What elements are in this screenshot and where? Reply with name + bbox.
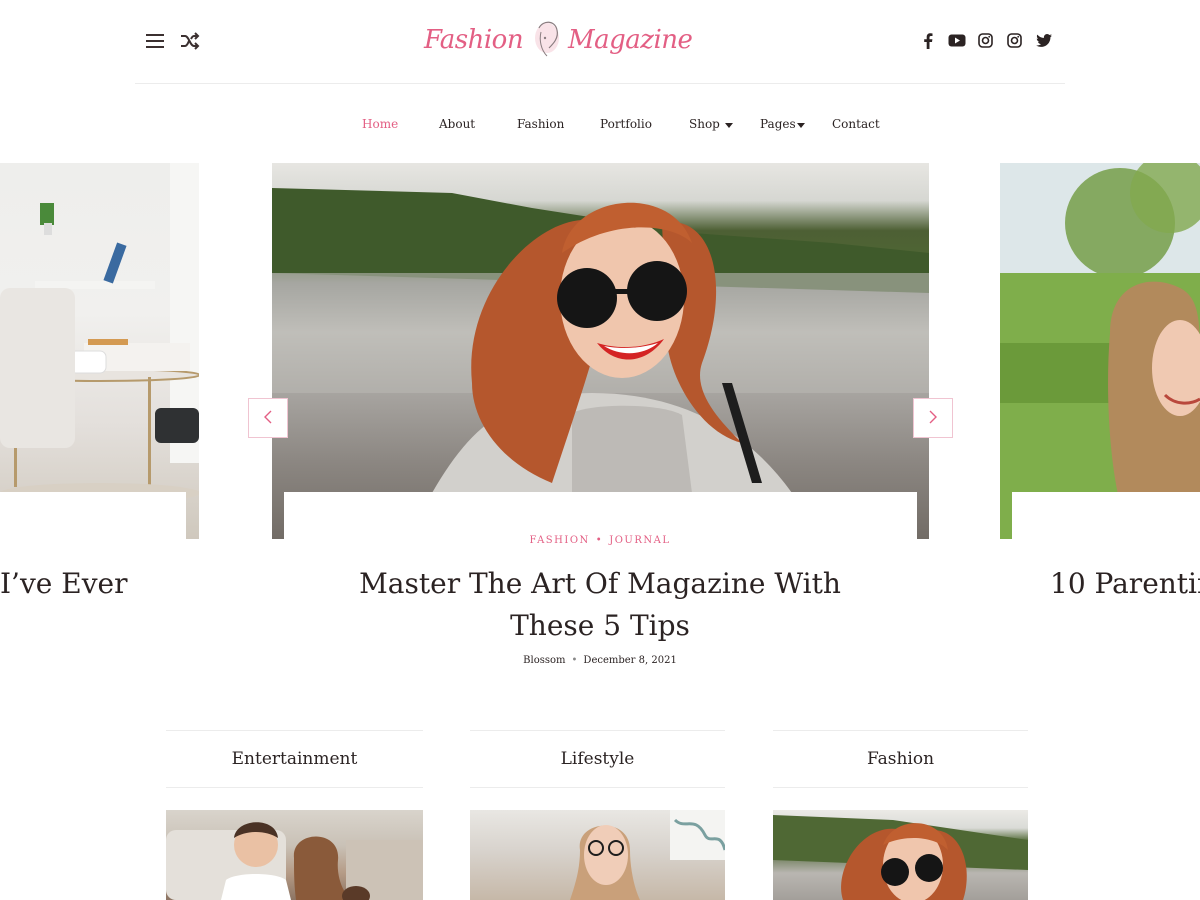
pages-chevron-down-icon[interactable] [797, 123, 805, 128]
post-date[interactable]: December 8, 2021 [583, 655, 676, 666]
chevron-left-icon [264, 409, 272, 428]
slider-prev-button[interactable] [248, 398, 288, 438]
youtube-icon[interactable] [947, 31, 966, 50]
social-links [918, 31, 1053, 50]
category-link[interactable]: JOURNAL [609, 535, 670, 546]
slider-next-button[interactable] [913, 398, 953, 438]
logo-text-left: Fashion [424, 25, 524, 55]
nav-item-fashion[interactable]: Fashion [517, 117, 564, 131]
nav-item-home[interactable]: Home [362, 117, 398, 131]
slide-main-image[interactable] [272, 163, 929, 539]
menu-toggle-icon[interactable] [146, 33, 164, 49]
slide-right-image[interactable] [1000, 163, 1200, 539]
slide-main-title[interactable]: Master The Art Of Magazine With These 5 … [330, 563, 870, 647]
site-logo[interactable]: Fashion Magazine [422, 12, 706, 70]
post-categories: FASHION • JOURNAL [0, 535, 1200, 546]
lifestyle-post-image[interactable] [470, 810, 725, 900]
category-link[interactable]: FASHION [530, 535, 590, 546]
main-navigation: Home About Fashion Portfolio Shop Pages … [0, 112, 1200, 138]
facebook-icon[interactable] [918, 31, 937, 50]
chevron-right-icon [929, 409, 937, 428]
shop-chevron-down-icon[interactable] [725, 123, 733, 128]
menu-line [146, 46, 164, 48]
menu-line [146, 40, 164, 42]
site-header: Fashion Magazine [135, 0, 1065, 84]
nav-item-portfolio[interactable]: Portfolio [600, 117, 652, 131]
section-heading-lifestyle[interactable]: Lifestyle [470, 730, 725, 788]
section-heading-entertainment[interactable]: Entertainment [166, 730, 423, 788]
category-separator: • [595, 535, 604, 546]
instagram-icon[interactable] [976, 31, 995, 50]
post-meta: Blossom • December 8, 2021 [0, 655, 1200, 666]
slide-right-title[interactable]: 10 Parenting [1050, 567, 1200, 600]
section-heading-fashion[interactable]: Fashion [773, 730, 1028, 788]
instagram-icon[interactable] [1005, 31, 1024, 50]
nav-item-about[interactable]: About [439, 117, 475, 131]
entertainment-post-image[interactable] [166, 810, 423, 900]
slide-left-title[interactable]: I’ve Ever [0, 567, 127, 600]
logo-face-icon [529, 18, 565, 62]
nav-item-shop[interactable]: Shop [689, 117, 720, 131]
slide-left-image[interactable] [0, 163, 199, 539]
twitter-icon[interactable] [1034, 31, 1053, 50]
post-author[interactable]: Blossom [523, 655, 565, 666]
menu-line [146, 34, 164, 36]
logo-text-right: Magazine [568, 25, 693, 55]
nav-item-pages[interactable]: Pages [760, 117, 796, 131]
fashion-post-image[interactable] [773, 810, 1028, 900]
meta-separator: • [571, 655, 578, 666]
nav-item-contact[interactable]: Contact [832, 117, 880, 131]
shuffle-icon[interactable] [180, 32, 200, 50]
